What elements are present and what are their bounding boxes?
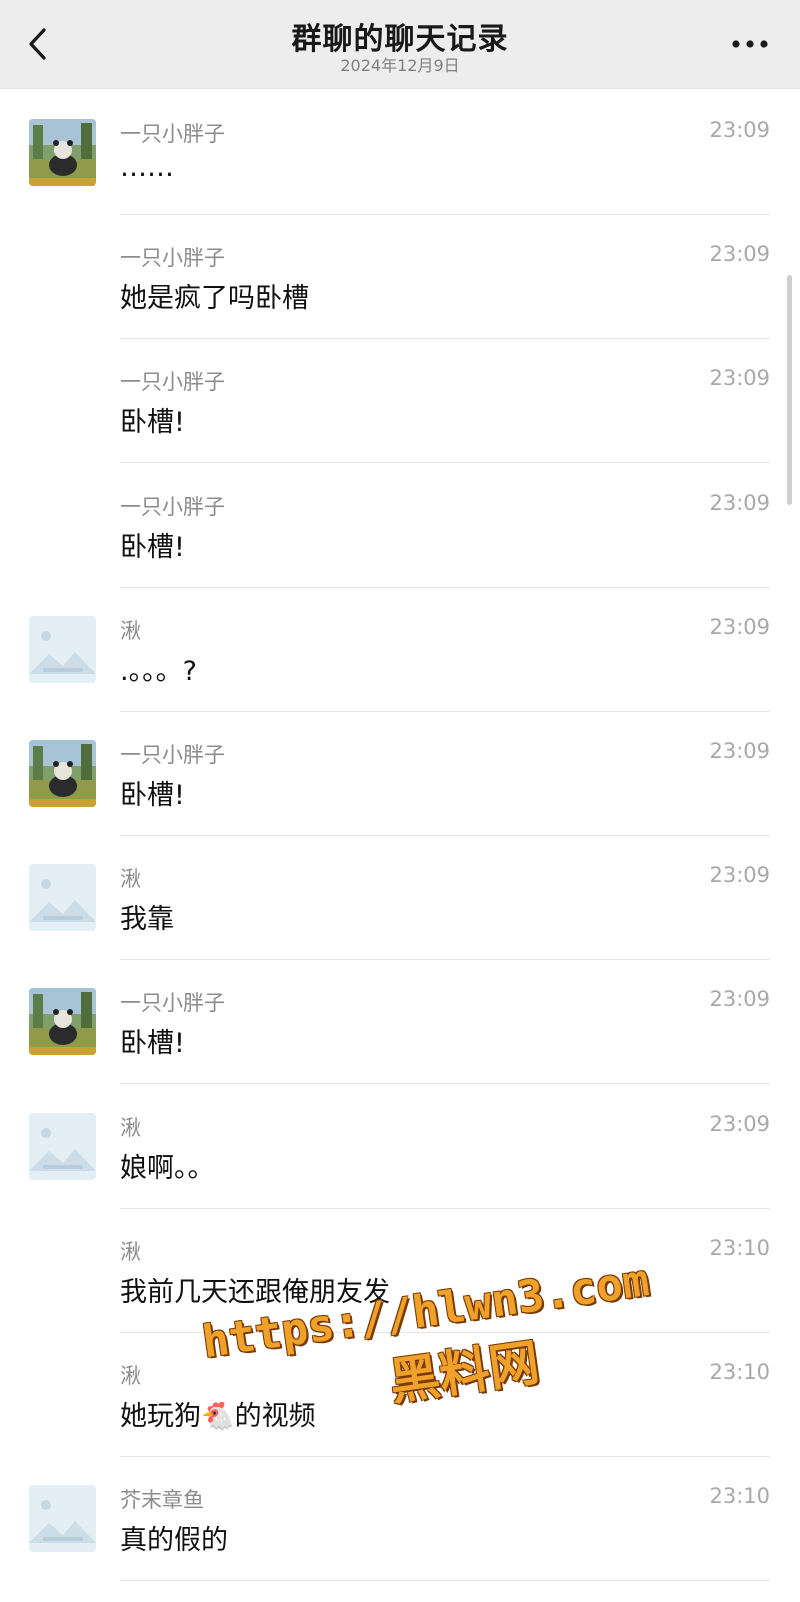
sender-name: 湫 <box>120 1239 141 1264</box>
message-time: 23:10 <box>709 1360 770 1384</box>
message-row[interactable]: 一只小胖子 23:09 卧槽! <box>0 461 800 588</box>
sender-name: 一只小胖子 <box>120 991 225 1016</box>
avatar-photo[interactable] <box>29 119 96 186</box>
page-date: 2024年12月9日 <box>340 56 460 75</box>
sender-name: 一只小胖子 <box>120 743 225 767</box>
sender-name: 一只小胖子 <box>120 370 225 395</box>
message-text: 我靠 <box>120 904 174 936</box>
sender-name: 湫 <box>120 1364 141 1388</box>
top-bar: 群聊的聊天记录 2024年12月9日 <box>0 0 800 89</box>
message-row[interactable]: 一只小胖子 23:09 卧槽! <box>0 957 800 1085</box>
message-text: 卧槽! <box>120 780 185 811</box>
avatar-photo[interactable] <box>29 988 96 1056</box>
message-text: 娘啊。。 <box>120 1152 215 1184</box>
message-text: 她是疯了吗卧槽 <box>120 283 309 315</box>
more-dots-icon <box>732 40 768 48</box>
message-text: 卧槽! <box>120 407 185 439</box>
message-row[interactable]: 一只小胖子 23:09 她是疯了吗卧槽 <box>0 212 800 340</box>
message-time: 23:09 <box>709 863 770 888</box>
message-text: 卧槽! <box>120 531 185 563</box>
message-text: .。。。? <box>120 655 197 687</box>
sender-name: 一只小胖子 <box>120 122 225 146</box>
sender-name: 湫 <box>120 867 141 892</box>
message-row[interactable]: 湫 23:09 .。。。? <box>0 585 800 712</box>
message-row[interactable]: 一只小胖子 23:09 卧槽! <box>0 336 800 464</box>
more-button[interactable] <box>722 22 778 66</box>
message-row[interactable]: 一只小胖子 23:09 …… <box>0 88 800 215</box>
sender-name: 湫 <box>120 1115 141 1140</box>
avatar-placeholder[interactable] <box>29 615 96 683</box>
message-time: 23:09 <box>709 490 770 515</box>
avatar-photo[interactable] <box>29 740 96 807</box>
message-time: 23:10 <box>709 1235 770 1260</box>
message-text: …… <box>120 152 174 183</box>
scrollbar[interactable] <box>787 275 792 505</box>
avatar-placeholder[interactable] <box>29 1485 96 1553</box>
sender-name: 芥末章鱼 <box>120 1488 204 1513</box>
message-time: 23:09 <box>709 1111 770 1136</box>
message-text: 卧槽! <box>120 1028 185 1060</box>
avatar-placeholder[interactable] <box>29 1112 96 1180</box>
message-row[interactable]: 湫 23:09 我靠 <box>0 833 800 961</box>
sender-name: 湫 <box>120 618 141 643</box>
message-time: 23:09 <box>709 242 770 267</box>
message-time: 23:09 <box>709 118 770 142</box>
message-time: 23:09 <box>709 366 770 391</box>
message-row[interactable]: 一只小胖子 23:09 卧槽! <box>0 709 800 836</box>
sender-name: 一只小胖子 <box>120 494 225 519</box>
message-time: 23:10 <box>709 1484 770 1509</box>
message-time: 23:09 <box>709 739 770 763</box>
message-text: 真的假的 <box>120 1525 228 1557</box>
sender-name: 一只小胖子 <box>120 246 225 271</box>
avatar-placeholder[interactable] <box>29 864 96 932</box>
message-row[interactable]: 湫 23:09 娘啊。。 <box>0 1082 800 1209</box>
message-time: 23:09 <box>709 614 770 639</box>
message-time: 23:09 <box>709 987 770 1012</box>
row-divider <box>120 1580 770 1582</box>
